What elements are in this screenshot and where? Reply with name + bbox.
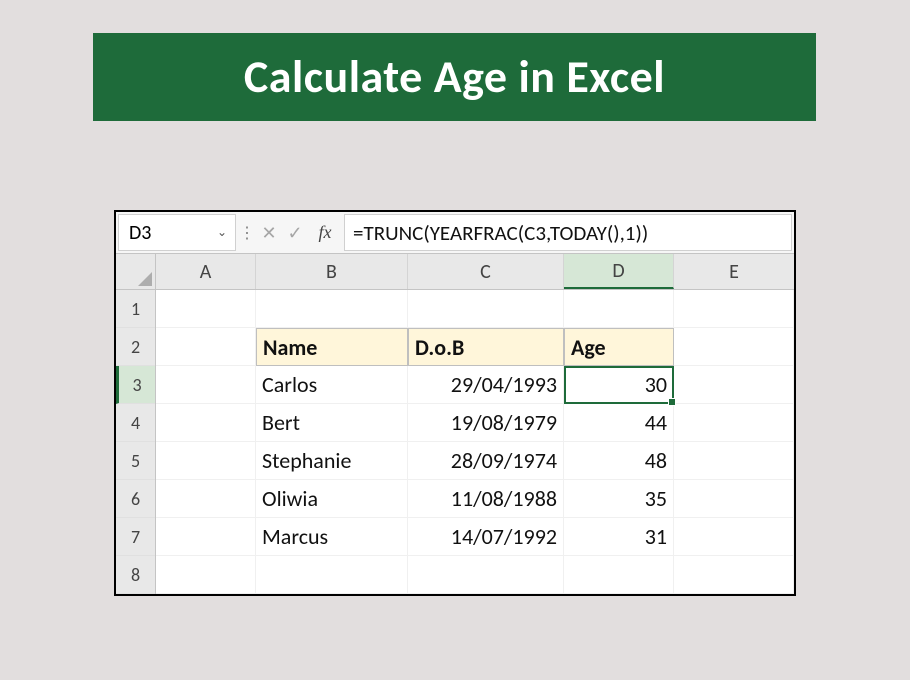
table-row: Stephanie 28/09/1974 48 <box>156 442 794 480</box>
row-header-2[interactable]: 2 <box>116 328 155 366</box>
row-header-5[interactable]: 5 <box>116 442 155 480</box>
cell-a5[interactable] <box>156 442 256 480</box>
cell-c4[interactable]: 19/08/1979 <box>408 404 564 442</box>
data-rows: Name D.o.B Age Carlos 29/04/1993 30 Bert <box>156 290 794 594</box>
cell-b7[interactable]: Marcus <box>256 518 408 556</box>
cell-c2[interactable]: D.o.B <box>408 328 564 366</box>
cell-a3[interactable] <box>156 366 256 404</box>
cell-b1[interactable] <box>256 290 408 328</box>
table-row: Oliwia 11/08/1988 35 <box>156 480 794 518</box>
accept-formula-button[interactable]: ✓ <box>282 212 308 253</box>
cell-e3[interactable] <box>674 366 794 404</box>
column-headers: A B C D E <box>156 254 794 290</box>
cell-d1[interactable] <box>564 290 674 328</box>
formula-bar: D3 ⌄ ⋮ ✕ ✓ fx =TRUNC(YEARFRAC(C3,TODAY()… <box>116 212 794 254</box>
table-row: Marcus 14/07/1992 31 <box>156 518 794 556</box>
cell-e4[interactable] <box>674 404 794 442</box>
cell-b4[interactable]: Bert <box>256 404 408 442</box>
cell-e2[interactable] <box>674 328 794 366</box>
cell-c7[interactable]: 14/07/1992 <box>408 518 564 556</box>
formula-input[interactable]: =TRUNC(YEARFRAC(C3,TODAY(),1)) <box>344 214 792 251</box>
row-header-4[interactable]: 4 <box>116 404 155 442</box>
row-header-3[interactable]: 3 <box>116 366 155 404</box>
cell-a8[interactable] <box>156 556 256 594</box>
cell-b3[interactable]: Carlos <box>256 366 408 404</box>
cell-e7[interactable] <box>674 518 794 556</box>
cell-d3[interactable]: 30 <box>564 366 674 404</box>
row-gutter: 1 2 3 4 5 6 7 8 <box>116 254 156 594</box>
chevron-down-icon[interactable]: ⌄ <box>217 225 227 240</box>
cell-c6[interactable]: 11/08/1988 <box>408 480 564 518</box>
row-header-1[interactable]: 1 <box>116 290 155 328</box>
cell-b2[interactable]: Name <box>256 328 408 366</box>
cell-d4[interactable]: 44 <box>564 404 674 442</box>
cell-d8[interactable] <box>564 556 674 594</box>
col-header-d[interactable]: D <box>564 254 674 289</box>
name-box-value: D3 <box>129 221 151 245</box>
cell-d2[interactable]: Age <box>564 328 674 366</box>
col-header-e[interactable]: E <box>674 254 794 289</box>
grid-area: A B C D E Name D.o.B <box>156 254 794 594</box>
cell-e6[interactable] <box>674 480 794 518</box>
table-row <box>156 290 794 328</box>
col-header-b[interactable]: B <box>256 254 408 289</box>
select-all-corner[interactable] <box>116 254 155 290</box>
cell-a1[interactable] <box>156 290 256 328</box>
col-header-a[interactable]: A <box>156 254 256 289</box>
cell-d7[interactable]: 31 <box>564 518 674 556</box>
cell-c5[interactable]: 28/09/1974 <box>408 442 564 480</box>
name-box[interactable]: D3 ⌄ <box>118 214 236 251</box>
spreadsheet-grid: 1 2 3 4 5 6 7 8 A B C D E <box>116 254 794 594</box>
cell-e5[interactable] <box>674 442 794 480</box>
cell-e1[interactable] <box>674 290 794 328</box>
row-header-8[interactable]: 8 <box>116 556 155 594</box>
col-header-c[interactable]: C <box>408 254 564 289</box>
table-row: Name D.o.B Age <box>156 328 794 366</box>
cell-e8[interactable] <box>674 556 794 594</box>
table-row <box>156 556 794 594</box>
cell-b8[interactable] <box>256 556 408 594</box>
cell-c1[interactable] <box>408 290 564 328</box>
cancel-formula-button[interactable]: ✕ <box>256 212 282 253</box>
cell-a7[interactable] <box>156 518 256 556</box>
page-title-banner: Calculate Age in Excel <box>93 33 816 121</box>
cell-d6[interactable]: 35 <box>564 480 674 518</box>
row-header-7[interactable]: 7 <box>116 518 155 556</box>
cell-c3[interactable]: 29/04/1993 <box>408 366 564 404</box>
cell-a6[interactable] <box>156 480 256 518</box>
cell-b6[interactable]: Oliwia <box>256 480 408 518</box>
row-header-6[interactable]: 6 <box>116 480 155 518</box>
table-row: Carlos 29/04/1993 30 <box>156 366 794 404</box>
cell-d5[interactable]: 48 <box>564 442 674 480</box>
excel-window: D3 ⌄ ⋮ ✕ ✓ fx =TRUNC(YEARFRAC(C3,TODAY()… <box>114 210 796 596</box>
cell-c8[interactable] <box>408 556 564 594</box>
cell-a4[interactable] <box>156 404 256 442</box>
fx-icon[interactable]: fx <box>308 212 342 253</box>
cell-a2[interactable] <box>156 328 256 366</box>
table-row: Bert 19/08/1979 44 <box>156 404 794 442</box>
formula-bar-separator: ⋮ <box>238 212 256 253</box>
cell-b5[interactable]: Stephanie <box>256 442 408 480</box>
formula-text: =TRUNC(YEARFRAC(C3,TODAY(),1)) <box>353 220 648 246</box>
page-title: Calculate Age in Excel <box>244 49 665 105</box>
